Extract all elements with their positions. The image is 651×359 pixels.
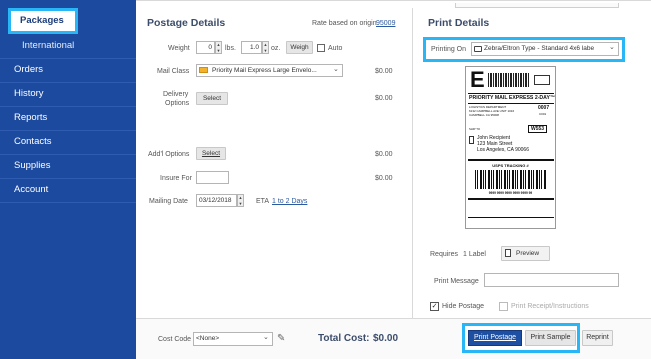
print-receipt-checkbox[interactable] [499,302,508,311]
insure-for-label: Insure For [160,175,192,182]
label-tracking-number: 9999 9999 9999 9999 9999 99 [488,191,533,195]
label-code-sub: C001 [539,112,547,116]
label-to-city: Los Angeles, CA 90066 [477,147,529,153]
label-rule [468,217,554,218]
priority-mail-icon [199,67,208,73]
mailing-date-input[interactable]: 03/12/2018 [196,194,237,207]
pencil-icon[interactable]: ✎ [277,333,285,344]
requires-value: 1 Label [463,251,486,258]
sidebar-item-international[interactable]: International [0,34,136,58]
delivery-label: Delivery [163,91,189,98]
preview-label: Preview [516,250,540,257]
print-details-title: Print Details [428,17,490,29]
insure-for-input[interactable] [196,171,229,184]
sidebar-divider [0,202,136,203]
total-cost-label: Total Cost: [318,333,370,344]
sidebar-item-reports[interactable]: Reports [0,106,136,130]
hide-postage-checkbox[interactable]: ✓ [430,302,439,311]
addl-options-select-button[interactable]: Select [196,147,226,160]
sidebar-item-contacts[interactable]: Contacts [0,130,136,154]
addl-amount: $0.00 [375,151,393,158]
total-cost-value: $0.00 [373,333,399,344]
cost-code-select[interactable]: <None> [193,332,273,346]
reprint-button[interactable]: Reprint [582,330,613,346]
date-stepper[interactable]: ▲ ▼ [237,194,244,207]
top-border [136,0,651,1]
printing-on-value: Zebra/Eltron Type - Standard 4x6 labe [484,45,595,52]
eta-label: ETA [256,198,270,205]
postage-indicia-box [534,75,550,85]
delivery-amount: $0.00 [375,95,393,102]
postage-details-title: Postage Details [147,17,226,29]
label-code: 0007 [538,105,550,111]
rate-origin-text: Rate based on origin [312,20,377,27]
options-label: Options [165,100,190,107]
weight-label: Weight [168,45,190,52]
sidebar: International Orders History Reports Con… [0,0,136,359]
label-rule [468,159,554,161]
print-message-label: Print Message [434,278,479,285]
mail-class-label: Mail Class [157,68,190,75]
sidebar-item-supplies[interactable]: Supplies [0,154,136,178]
label-service-name: PRIORITY MAIL EXPRESS 2-DAY™ [469,95,556,101]
oz-stepper[interactable]: ▲ ▼ [262,41,269,54]
mail-class-value: Priority Mail Express Large Envelo... [212,67,317,74]
sidebar-item-account[interactable]: Account [0,178,136,202]
auto-checkbox[interactable] [317,44,325,52]
label-stock-icon [474,46,482,52]
weigh-button[interactable]: Weigh [286,41,313,54]
mail-class-amount: $0.00 [375,68,393,75]
label-rule [468,93,554,94]
chevron-down-icon: ⌄ [609,44,615,51]
label-tracking-title: USPS TRACKING # [492,163,529,168]
insure-amount: $0.00 [375,175,393,182]
hide-postage-label: Hide Postage [442,303,485,310]
label-rule [468,103,554,104]
label-from-line-3: CAMPBELL CA 95008 [469,113,499,117]
chevron-down-icon: ⌄ [333,66,339,73]
printing-on-label: Printing On [431,46,467,53]
document-preview-icon [505,249,511,257]
sidebar-item-packages[interactable]: Packages [8,8,78,34]
lbs-stepper[interactable]: ▲ ▼ [215,41,222,54]
postage-barcode [488,73,530,87]
print-message-input[interactable] [484,273,619,287]
lbs-unit: lbs. [225,45,236,52]
top-scroll-area [455,3,619,8]
label-rule [468,198,554,200]
weight-oz-input[interactable]: 1.0 [241,41,262,54]
label-zone: W553 [528,125,548,133]
sidebar-item-orders[interactable]: Orders [0,58,136,82]
addl-options-label: Add'l Options [148,151,190,158]
origin-zip-link[interactable]: 95009 [376,20,395,27]
eta-link[interactable]: 1 to 2 Days [272,198,307,205]
weight-lbs-input[interactable]: 0 [196,41,215,54]
cost-code-label: Cost Code [158,336,192,343]
printing-on-select[interactable]: Zebra/Eltron Type - Standard 4x6 labe [471,42,619,56]
requires-label: Requires [430,251,459,258]
label-ship-to-small: SHIP TO [469,127,481,131]
oz-unit: oz. [271,45,281,52]
tracking-barcode [475,170,547,189]
chevron-down-icon: ⌄ [263,334,269,341]
mailing-date-label: Mailing Date [149,198,188,205]
mail-class-select[interactable]: Priority Mail Express Large Envelo... [196,64,343,77]
label-ship-to-mark [469,136,474,144]
label-service-letter: E [470,67,485,92]
column-divider [412,8,413,318]
print-sample-button[interactable]: Print Sample [525,330,576,346]
print-postage-button[interactable]: Print Postage [468,330,522,346]
label-preview: E PRIORITY MAIL EXPRESS 2-DAY™ LOGISTICS… [465,66,556,229]
sidebar-item-history[interactable]: History [0,82,136,106]
auto-label: Auto [328,45,343,52]
print-receipt-label: Print Receipt/Instructions [511,303,589,310]
delivery-options-select-button[interactable]: Select [196,92,228,105]
cost-code-value: <None> [196,335,220,342]
